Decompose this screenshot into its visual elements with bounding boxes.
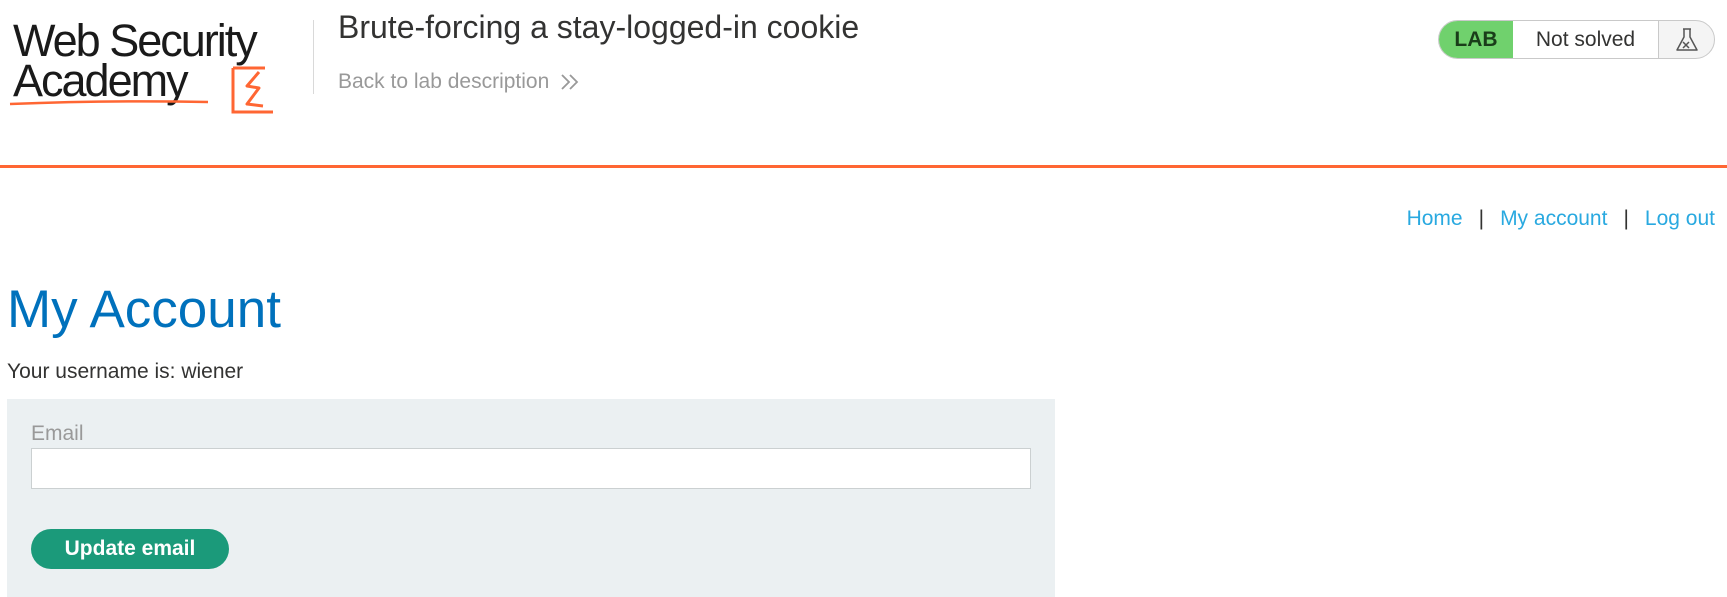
update-email-form: Email Update email [7, 399, 1055, 597]
double-chevron-right-icon [561, 74, 579, 90]
nav-home-link[interactable]: Home [1407, 206, 1463, 232]
nav-separator: | [1623, 207, 1629, 230]
web-security-academy-logo[interactable]: Web Security Academy [8, 16, 308, 114]
lab-status-text: Not solved [1513, 21, 1659, 58]
header-divider [313, 20, 314, 94]
back-to-lab-description-link[interactable]: Back to lab description [338, 69, 581, 95]
flask-icon [1659, 21, 1714, 58]
nav-separator: | [1478, 207, 1485, 230]
nav-log-out-link[interactable]: Log out [1645, 206, 1715, 232]
back-link-label: Back to lab description [338, 70, 550, 93]
nav-my-account-link[interactable]: My account [1500, 206, 1607, 232]
lab-badge: LAB [1439, 21, 1513, 58]
lab-header: Web Security Academy Brute-forcing a sta… [0, 0, 1727, 169]
logo-swoosh-icon [9, 100, 209, 106]
header-orange-rule [0, 165, 1727, 168]
top-navigation: Home | My account | Log out [1407, 206, 1715, 232]
lab-status-widget: LAB Not solved [1438, 20, 1715, 59]
username-text: Your username is: wiener [7, 360, 244, 383]
lab-title: Brute-forcing a stay-logged-in cookie [338, 9, 860, 45]
email-label: Email [31, 422, 84, 445]
email-input[interactable] [31, 448, 1031, 489]
update-email-button[interactable]: Update email [31, 529, 229, 569]
page-title: My Account [7, 280, 281, 339]
